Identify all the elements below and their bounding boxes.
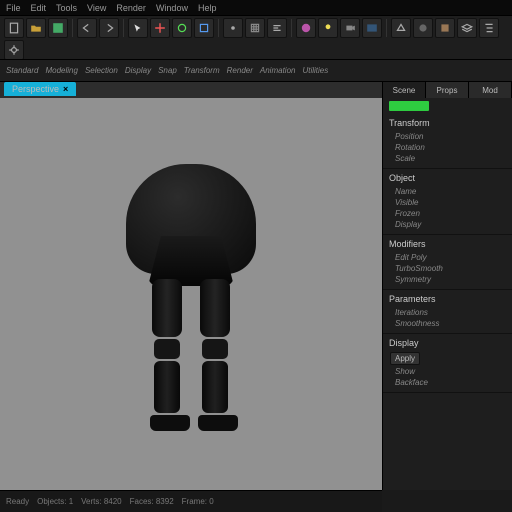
status-verts: Verts: 8420 <box>81 497 121 506</box>
section-parameters: Parameters Iterations Smoothness <box>383 290 512 334</box>
section-header[interactable]: Display <box>389 338 506 348</box>
property-row[interactable]: Show <box>389 366 506 377</box>
snap-icon[interactable] <box>223 18 243 38</box>
status-ready: Ready <box>6 497 29 506</box>
outliner-icon[interactable] <box>479 18 499 38</box>
accent-indicator <box>389 101 429 111</box>
secondary-toolbar: Standard Modeling Selection Display Snap… <box>0 60 512 82</box>
menu-help[interactable]: Help <box>198 3 217 13</box>
property-row[interactable]: Backface <box>389 377 506 388</box>
tab-mod[interactable]: Mod <box>469 82 512 98</box>
scale-icon[interactable] <box>194 18 214 38</box>
section-modifiers: Modifiers Edit Poly TurboSmooth Symmetry <box>383 235 512 290</box>
property-row[interactable]: Rotation <box>389 142 506 153</box>
rotate-icon[interactable] <box>172 18 192 38</box>
open-icon[interactable] <box>26 18 46 38</box>
menu-tools[interactable]: Tools <box>56 3 77 13</box>
viewport-container: Perspective × <box>0 82 382 490</box>
panel-tabs: Scene Props Mod <box>383 82 512 98</box>
section-object: Object Name Visible Frozen Display <box>383 169 512 235</box>
property-row[interactable]: Edit Poly <box>389 252 506 263</box>
section-header[interactable]: Modifiers <box>389 239 506 249</box>
close-icon[interactable]: × <box>63 84 68 94</box>
viewport-tab-label: Perspective <box>12 84 59 94</box>
undo-icon[interactable] <box>77 18 97 38</box>
toolbar-label: Modeling <box>45 66 77 75</box>
layers-icon[interactable] <box>457 18 477 38</box>
properties-icon[interactable] <box>4 40 24 60</box>
menu-view[interactable]: View <box>87 3 106 13</box>
section-transform: Transform Position Rotation Scale <box>383 114 512 169</box>
section-header[interactable]: Transform <box>389 118 506 128</box>
separator <box>291 19 292 37</box>
toolbar-label: Standard <box>6 66 38 75</box>
viewport-3d[interactable] <box>0 98 382 490</box>
menu-edit[interactable]: Edit <box>31 3 47 13</box>
main-toolbar <box>0 16 512 60</box>
property-row[interactable]: Iterations <box>389 307 506 318</box>
model-leg-right <box>198 279 232 429</box>
toolbar-label: Transform <box>184 66 220 75</box>
menu-render[interactable]: Render <box>116 3 146 13</box>
toolbar-label: Animation <box>260 66 296 75</box>
section-header[interactable]: Parameters <box>389 294 506 304</box>
property-row[interactable]: Symmetry <box>389 274 506 285</box>
tab-props[interactable]: Props <box>426 82 469 98</box>
status-objects: Objects: 1 <box>37 497 73 506</box>
model-preview[interactable] <box>106 164 276 464</box>
select-icon[interactable] <box>128 18 148 38</box>
move-icon[interactable] <box>150 18 170 38</box>
toolbar-label: Utilities <box>302 66 328 75</box>
camera-icon[interactable] <box>340 18 360 38</box>
menu-file[interactable]: File <box>6 3 21 13</box>
menu-window[interactable]: Window <box>156 3 188 13</box>
toolbar-label: Display <box>125 66 151 75</box>
section-header[interactable]: Object <box>389 173 506 183</box>
property-row[interactable]: Visible <box>389 197 506 208</box>
grid-icon[interactable] <box>245 18 265 38</box>
wireframe-icon[interactable] <box>391 18 411 38</box>
toolbar-label: Snap <box>158 66 177 75</box>
property-row[interactable]: Name <box>389 186 506 197</box>
new-icon[interactable] <box>4 18 24 38</box>
separator <box>123 19 124 37</box>
property-row[interactable]: Frozen <box>389 208 506 219</box>
status-frame: Frame: 0 <box>182 497 214 506</box>
menubar: File Edit Tools View Render Window Help <box>0 0 512 16</box>
shaded-icon[interactable] <box>413 18 433 38</box>
property-row[interactable]: Display <box>389 219 506 230</box>
tab-scene[interactable]: Scene <box>383 82 426 98</box>
toolbar-label: Render <box>227 66 253 75</box>
textured-icon[interactable] <box>435 18 455 38</box>
separator <box>386 19 387 37</box>
property-row[interactable]: TurboSmooth <box>389 263 506 274</box>
status-bar: Ready Objects: 1 Verts: 8420 Faces: 8392… <box>0 490 382 512</box>
light-icon[interactable] <box>318 18 338 38</box>
property-row[interactable]: Scale <box>389 153 506 164</box>
property-row[interactable]: Position <box>389 131 506 142</box>
section-display: Display Apply Show Backface <box>383 334 512 393</box>
save-icon[interactable] <box>48 18 68 38</box>
toolbar-label: Selection <box>85 66 118 75</box>
material-icon[interactable] <box>296 18 316 38</box>
redo-icon[interactable] <box>99 18 119 38</box>
model-leg-left <box>150 279 184 429</box>
status-faces: Faces: 8392 <box>130 497 174 506</box>
separator <box>218 19 219 37</box>
render-icon[interactable] <box>362 18 382 38</box>
align-icon[interactable] <box>267 18 287 38</box>
viewport-tab[interactable]: Perspective × <box>4 82 76 96</box>
side-panel: Scene Props Mod Transform Position Rotat… <box>382 82 512 490</box>
property-row[interactable]: Smoothness <box>389 318 506 329</box>
apply-button[interactable]: Apply <box>390 352 420 365</box>
separator <box>72 19 73 37</box>
